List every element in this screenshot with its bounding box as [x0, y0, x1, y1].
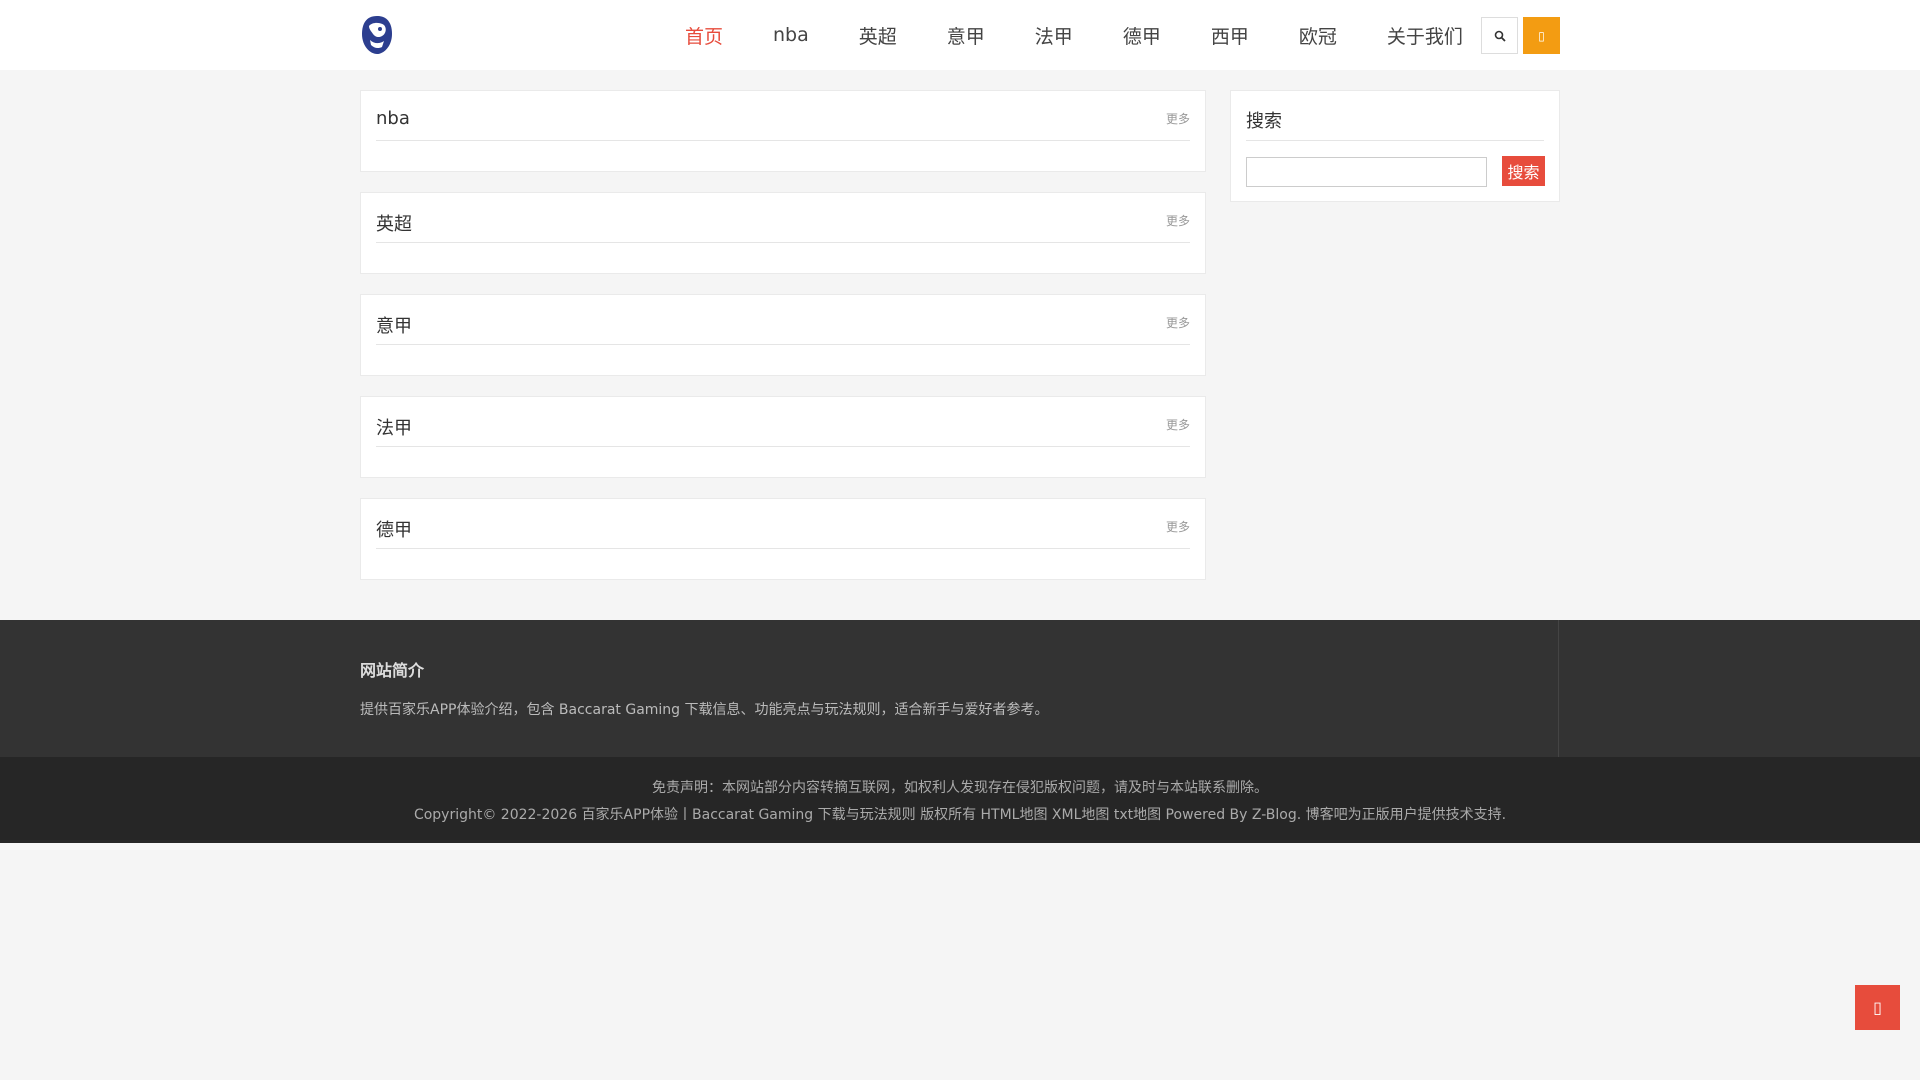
nav-item-la-liga[interactable]: 西甲 — [1211, 22, 1249, 49]
nav-item-bundesliga[interactable]: 德甲 — [1123, 22, 1161, 49]
nav-item-champions-league[interactable]: 欧冠 — [1299, 22, 1337, 49]
section-nba: nba 更多 — [360, 90, 1206, 172]
logo-icon — [362, 16, 392, 54]
footer-about: 网站简介 提供百家乐APP体验介绍，包含 Baccarat Gaming 下载信… — [0, 620, 1920, 757]
section-more-link[interactable]: 更多 — [1166, 314, 1190, 331]
nav-item-ligue-1[interactable]: 法甲 — [1035, 22, 1073, 49]
copyright-text: Copyright© 2022-2026 百家乐APP体验丨Baccarat G… — [413, 807, 1507, 823]
about-title: 网站简介 — [360, 661, 425, 680]
nav-item-about-us[interactable]: 关于我们 — [1387, 22, 1463, 49]
nav-item-serie-a[interactable]: 意甲 — [947, 22, 985, 49]
section-title[interactable]: 意甲 — [376, 312, 412, 338]
menu-icon: ▯ — [1538, 28, 1545, 43]
section-header: 法甲 更多 — [376, 397, 1190, 447]
section-serie-a: 意甲 更多 — [360, 294, 1206, 376]
nav-item-premier-league[interactable]: 英超 — [859, 22, 897, 49]
section-title[interactable]: 法甲 — [376, 414, 412, 440]
about-text: 提供百家乐APP体验介绍，包含 Baccarat Gaming 下载信息、功能亮… — [360, 702, 1049, 718]
nav-item-home[interactable]: 首页 — [685, 22, 723, 49]
section-header: 意甲 更多 — [376, 295, 1190, 345]
section-premier-league: 英超 更多 — [360, 192, 1206, 274]
main-nav: 首页 nba 英超 意甲 法甲 德甲 西甲 欧冠 关于我们 — [660, 0, 1488, 70]
footer-divider — [1558, 620, 1559, 757]
section-more-link[interactable]: 更多 — [1166, 212, 1190, 229]
search-input[interactable] — [1246, 157, 1487, 187]
arrow-up-icon: ▯ — [1873, 998, 1882, 1017]
section-more-link[interactable]: 更多 — [1166, 518, 1190, 535]
site-logo[interactable] — [360, 14, 394, 56]
widget-header: 搜索 — [1246, 91, 1544, 141]
section-title[interactable]: nba — [376, 108, 410, 129]
section-bundesliga: 德甲 更多 — [360, 498, 1206, 580]
disclaimer-text: 免责声明：本网站部分内容转摘互联网，如权利人发现存在侵犯版权问题，请及时与本站联… — [652, 780, 1268, 796]
search-icon — [1494, 30, 1506, 42]
widget-title: 搜索 — [1246, 111, 1282, 132]
section-header: 德甲 更多 — [376, 499, 1190, 549]
search-toggle-button[interactable] — [1481, 17, 1518, 54]
section-header: nba 更多 — [376, 91, 1190, 141]
section-more-link[interactable]: 更多 — [1166, 416, 1190, 433]
section-header: 英超 更多 — [376, 193, 1190, 243]
section-title[interactable]: 英超 — [376, 210, 412, 236]
menu-toggle-button[interactable]: ▯ — [1523, 17, 1560, 54]
site-header: 首页 nba 英超 意甲 法甲 德甲 西甲 欧冠 关于我们 ▯ — [0, 0, 1920, 70]
footer-bottom: 免责声明：本网站部分内容转摘互联网，如权利人发现存在侵犯版权问题，请及时与本站联… — [0, 757, 1920, 843]
nav-item-nba[interactable]: nba — [773, 24, 809, 46]
section-ligue-1: 法甲 更多 — [360, 396, 1206, 478]
search-submit-button[interactable]: 搜索 — [1502, 156, 1545, 186]
back-to-top-button[interactable]: ▯ — [1855, 985, 1900, 1030]
section-more-link[interactable]: 更多 — [1166, 110, 1190, 127]
section-title[interactable]: 德甲 — [376, 516, 412, 542]
